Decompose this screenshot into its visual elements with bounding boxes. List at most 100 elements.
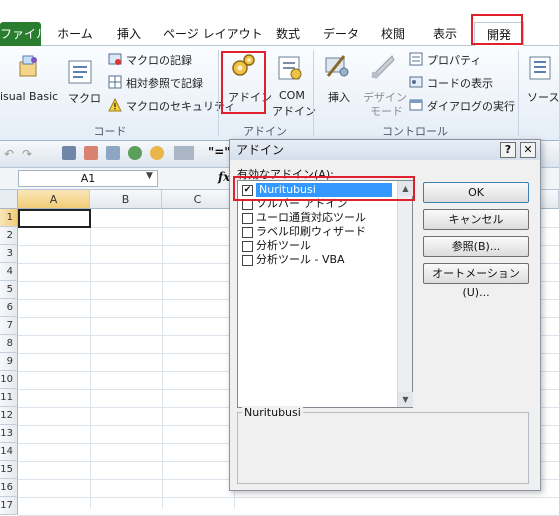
tab-home[interactable]: ホーム — [55, 22, 95, 46]
design-mode-button[interactable] — [368, 52, 398, 83]
dialog-title: アドイン — [230, 140, 540, 160]
row-header[interactable]: 13 — [0, 425, 18, 443]
macro-label: マクロ — [68, 92, 101, 105]
row-header[interactable]: 8 — [0, 335, 18, 353]
ok-button[interactable]: OK — [423, 182, 529, 203]
close-button[interactable]: ✕ — [520, 142, 536, 158]
scroll-down-icon[interactable]: ▼ — [398, 392, 413, 407]
com-addin-label: アドイン — [272, 105, 316, 118]
addin-button-highlight — [221, 51, 266, 114]
help-button[interactable]: ? — [500, 142, 516, 158]
row-header[interactable]: 9 — [0, 353, 18, 371]
row-header[interactable]: 10 — [0, 371, 18, 389]
macro-security-button[interactable]: マクロのセキュリティ — [108, 97, 235, 114]
relative-ref-label: 相対参照で記録 — [126, 77, 203, 90]
column-header-b[interactable]: B — [90, 190, 162, 209]
yellow-circle-icon[interactable] — [150, 146, 164, 160]
tab-insert[interactable]: 挿入 — [112, 22, 146, 46]
row-header[interactable]: 5 — [0, 281, 18, 299]
checkbox[interactable] — [242, 213, 253, 224]
insert-control-label: 挿入 — [328, 91, 350, 104]
row-header[interactable]: 15 — [0, 461, 18, 479]
tools-icon — [325, 55, 349, 77]
addin-item-label: 分析ツール - VBA — [256, 253, 345, 266]
tab-file[interactable]: ファイル — [0, 22, 48, 46]
select-all-corner[interactable] — [0, 190, 18, 209]
tab-review[interactable]: 校閲 — [378, 22, 408, 46]
record-macro-label: マクロの記録 — [126, 54, 192, 67]
relative-ref-button[interactable]: 相対参照で記録 — [108, 75, 203, 91]
com-label: COM — [279, 89, 305, 102]
checkbox[interactable] — [242, 241, 253, 252]
row-header[interactable]: 1 — [0, 209, 18, 227]
record-macro-icon — [108, 53, 122, 65]
addin-list-item[interactable]: ラベル印刷ウィザード — [240, 225, 396, 239]
addin-group-label: アドイン — [243, 125, 287, 138]
source-button[interactable] — [527, 54, 555, 85]
visual-basic-icon — [19, 55, 37, 77]
equals-icon[interactable]: "=" — [208, 145, 231, 159]
column-header-a[interactable]: A — [18, 190, 90, 209]
row-header[interactable]: 6 — [0, 299, 18, 317]
row-header[interactable]: 12 — [0, 407, 18, 425]
addin-list-item[interactable]: 分析ツール - VBA — [240, 253, 396, 267]
green-circle-icon[interactable] — [128, 146, 142, 160]
copy-icon[interactable] — [106, 146, 120, 160]
checkbox[interactable] — [242, 255, 253, 266]
addin-list-item[interactable]: ユーロ通貨対応ツール — [240, 211, 396, 225]
row-header[interactable]: 7 — [0, 317, 18, 335]
row-header[interactable]: 14 — [0, 443, 18, 461]
insert-control-button[interactable] — [322, 52, 354, 83]
com-addin-icon — [278, 56, 302, 80]
macro-button[interactable] — [66, 58, 96, 89]
group-separator — [518, 50, 519, 136]
group-separator — [218, 50, 219, 136]
visual-basic-label: isual Basic — [0, 90, 59, 103]
print-preview-icon[interactable] — [84, 146, 98, 160]
record-macro-button[interactable]: マクロの記録 — [108, 52, 192, 68]
column-header-c[interactable]: C — [162, 190, 234, 209]
source-label: ソース — [527, 91, 559, 104]
row-header[interactable]: 17 — [0, 497, 18, 515]
name-box[interactable]: A1 — [18, 170, 158, 187]
description-title: Nuritubusi — [242, 406, 303, 419]
description-box: Nuritubusi — [237, 406, 529, 484]
browse-button[interactable]: 参照(B)... — [423, 236, 529, 257]
visual-basic-button[interactable] — [0, 52, 58, 83]
run-dialog-label: ダイアログの実行 — [427, 100, 515, 113]
chevron-down-icon[interactable]: ▼ — [146, 171, 153, 181]
checkbox[interactable] — [242, 227, 253, 238]
automation-button[interactable]: オートメーション(U)... — [423, 263, 529, 299]
tab-formulas[interactable]: 数式 — [274, 22, 302, 46]
run-dialog-button[interactable]: ダイアログの実行 — [409, 98, 515, 114]
cancel-button[interactable]: キャンセル — [423, 209, 529, 230]
row-header[interactable]: 2 — [0, 227, 18, 245]
row-header[interactable]: 3 — [0, 245, 18, 263]
properties-button[interactable]: プロパティ — [409, 52, 481, 68]
listbox-scrollbar[interactable]: ▲ ▼ — [397, 181, 413, 407]
design-mode-icon — [371, 55, 395, 79]
view-code-button[interactable]: コードの表示 — [409, 75, 493, 91]
active-cell-a1[interactable] — [18, 209, 91, 228]
undo-icon[interactable]: ↶ — [4, 147, 14, 161]
row-header[interactable]: 11 — [0, 389, 18, 407]
addin-list-item[interactable]: 分析ツール — [240, 239, 396, 253]
tab-view[interactable]: 表示 — [428, 22, 462, 46]
table-icon[interactable] — [174, 146, 194, 160]
tab-page-layout[interactable]: ページ レイアウト — [163, 22, 263, 46]
grid-vline — [162, 209, 163, 509]
row-header[interactable]: 16 — [0, 479, 18, 497]
control-group-label: コントロール — [382, 125, 448, 138]
addin-item-label: 分析ツール — [256, 239, 311, 252]
addin-listbox[interactable]: ✔ Nuritubusi ソルバー アドイン ユーロ通貨対応ツール ラベル印刷ウィザード… — [237, 180, 413, 408]
redo-icon[interactable]: ↷ — [22, 147, 32, 161]
com-addin-button[interactable] — [274, 54, 306, 85]
developer-tab-highlight — [471, 14, 523, 45]
row-header[interactable]: 4 — [0, 263, 18, 281]
print-icon[interactable] — [62, 146, 76, 160]
relative-ref-icon — [108, 75, 122, 89]
tab-data[interactable]: データ — [322, 22, 360, 46]
nuritubusi-highlight — [233, 176, 415, 201]
mode-label: モード — [370, 105, 403, 118]
code-group-label: コード — [93, 125, 127, 138]
